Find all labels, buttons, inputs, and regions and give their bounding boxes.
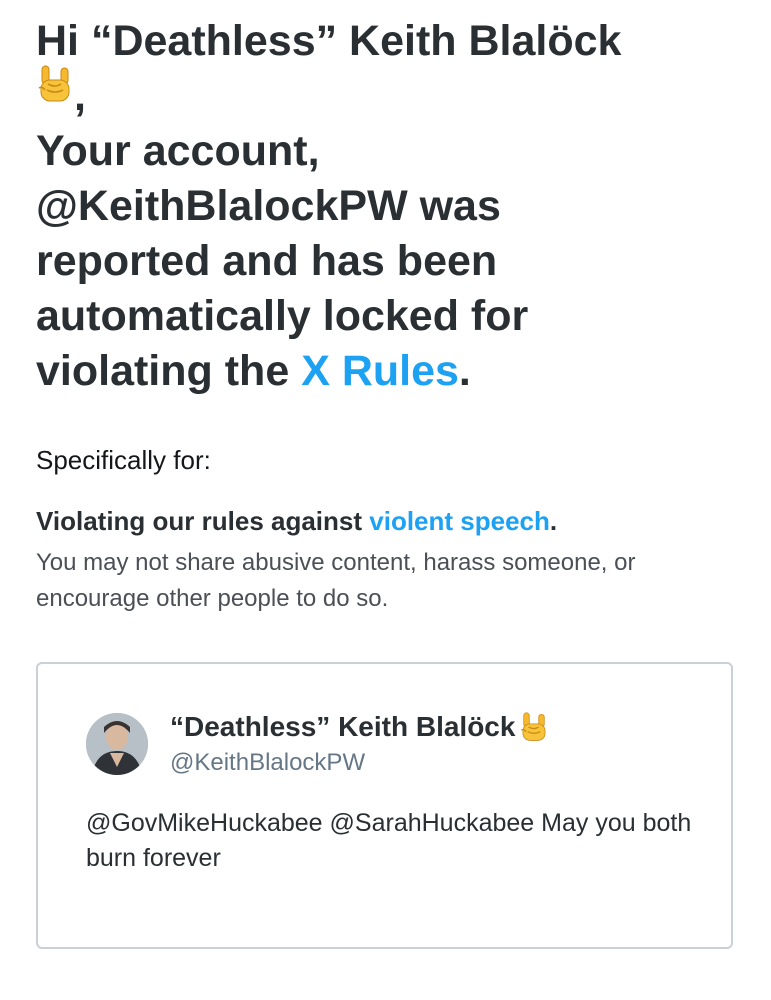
violation-title-suffix: .	[549, 506, 558, 536]
headline-line-account: Your account,	[36, 127, 320, 175]
greeting-emoji-row: ,	[36, 65, 736, 124]
violent-speech-link[interactable]: violent speech	[369, 506, 550, 536]
x-rules-link[interactable]: X Rules	[301, 347, 459, 395]
notice-page: Hi “Deathless” Keith Blalöck , Your acco…	[0, 0, 771, 1000]
violation-description: You may not share abusive content, haras…	[36, 549, 636, 612]
specifically-for-label: Specifically for:	[36, 445, 211, 475]
greeting-name: “Deathless” Keith Blalöck	[90, 17, 622, 65]
tweet-author-name[interactable]: “Deathless” Keith Blalöck	[170, 710, 549, 746]
sign-of-the-horns-icon	[515, 711, 549, 746]
headline-line-handle: @KeithBlalockPW was	[36, 182, 501, 230]
lock-notice-headline: Hi “Deathless” Keith Blalöck , Your acco…	[36, 14, 736, 399]
violation-title: Violating our rules against violent spee…	[36, 504, 557, 538]
greeting-line: Hi “Deathless” Keith Blalöck	[36, 14, 736, 69]
tweet-text: @GovMikeHuckabee @SarahHuckabee May you …	[86, 809, 692, 872]
headline-period: .	[458, 347, 471, 395]
greeting-comma: ,	[74, 72, 86, 120]
avatar[interactable]	[86, 713, 148, 775]
violation-title-prefix: Violating our rules against	[36, 506, 370, 536]
headline-line-violating: violating the X Rules.	[36, 344, 736, 399]
tweet-author-name-text: “Deathless” Keith Blalöck	[170, 711, 516, 742]
headline-line-reported: reported and has been	[36, 237, 498, 285]
violating-prefix: violating the	[36, 347, 302, 395]
tweet-author-handle[interactable]: @KeithBlalockPW	[170, 748, 365, 778]
headline-line-locked: automatically locked for	[36, 292, 529, 340]
sign-of-the-horns-icon	[36, 64, 74, 124]
reported-tweet-card[interactable]: “Deathless” Keith Blalöck @KeithBlalockP…	[36, 662, 733, 949]
greeting-prefix: Hi	[36, 17, 91, 65]
